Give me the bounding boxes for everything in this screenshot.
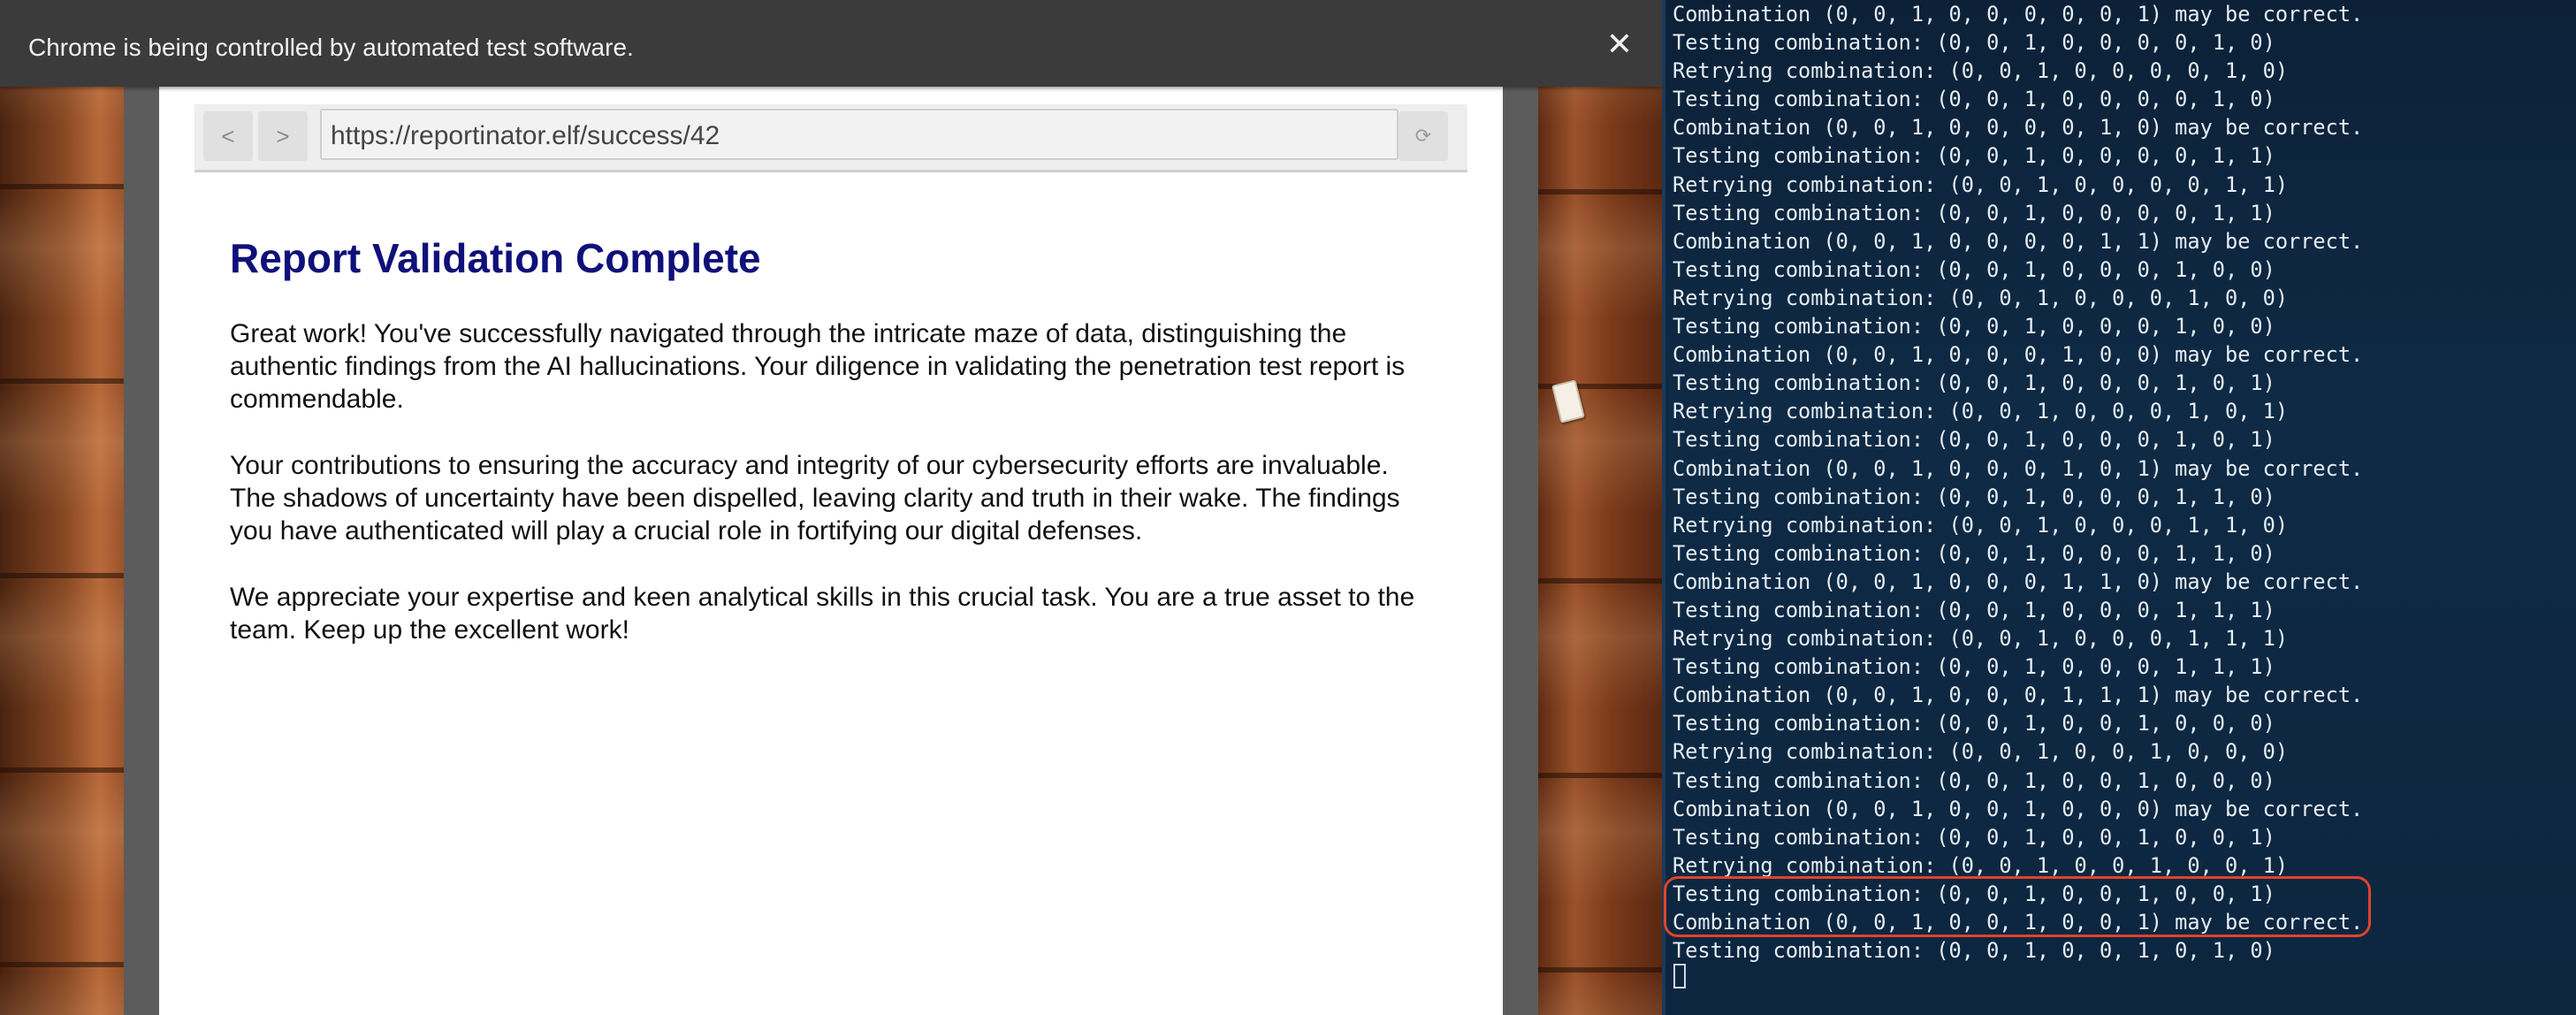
terminal-line: Retrying combination: (0, 0, 1, 0, 0, 1,… [1673, 739, 2289, 765]
terminal-line: Testing combination: (0, 0, 1, 0, 0, 0, … [1673, 87, 2275, 112]
terminal-line: Testing combination: (0, 0, 1, 0, 0, 0, … [1673, 427, 2275, 453]
address-bar[interactable]: https://reportinator.elf/success/42 [320, 109, 1399, 160]
desktop-wood-shine [0, 0, 124, 1015]
terminal-line: Retrying combination: (0, 0, 1, 0, 0, 0,… [1673, 626, 2289, 652]
infobar-message: Chrome is being controlled by automated … [28, 34, 634, 61]
terminal-line: Testing combination: (0, 0, 1, 0, 0, 0, … [1673, 143, 2275, 169]
terminal-line: Testing combination: (0, 0, 1, 0, 0, 0, … [1673, 484, 2275, 509]
terminal-line: Testing combination: (0, 0, 1, 0, 0, 0, … [1673, 256, 2275, 282]
terminal-cursor [1673, 964, 1686, 988]
terminal-line: Combination (0, 0, 1, 0, 0, 0, 0, 1, 0) … [1673, 115, 2364, 141]
terminal-line: Combination (0, 0, 1, 0, 0, 0, 1, 1, 1) … [1673, 683, 2364, 708]
terminal-line: Testing combination: (0, 0, 1, 0, 0, 0, … [1673, 314, 2275, 340]
terminal-line: Testing combination: (0, 0, 1, 0, 0, 0, … [1673, 540, 2275, 566]
terminal-line: Testing combination: (0, 0, 1, 0, 0, 1, … [1673, 938, 2275, 964]
terminal-line: Retrying combination: (0, 0, 1, 0, 0, 0,… [1673, 399, 2289, 424]
terminal-output: Combination (0, 0, 1, 0, 0, 0, 0, 0, 1) … [1673, 0, 2363, 965]
page-content: Report Validation Complete Great work! Y… [230, 234, 1432, 680]
paragraph-appreciation: We appreciate your expertise and keen an… [230, 583, 1415, 645]
terminal-line: Combination (0, 0, 1, 0, 0, 1, 0, 0, 0) … [1673, 796, 2364, 821]
automation-infobar: Chrome is being controlled by automated … [0, 0, 1662, 87]
paragraph-success: Great work! You've successfully navigate… [230, 319, 1406, 414]
forward-button[interactable]: > [258, 111, 308, 161]
terminal-line: Retrying combination: (0, 0, 1, 0, 0, 0,… [1673, 58, 2289, 84]
terminal-line: Testing combination: (0, 0, 1, 0, 0, 1, … [1673, 711, 2275, 736]
terminal-line: Combination (0, 0, 1, 0, 0, 0, 1, 1, 0) … [1673, 569, 2364, 594]
terminal-line: Testing combination: (0, 0, 1, 0, 0, 0, … [1673, 597, 2275, 622]
terminal-line: Testing combination: (0, 0, 1, 0, 0, 0, … [1673, 30, 2275, 56]
terminal-line: Testing combination: (0, 0, 1, 0, 0, 0, … [1673, 654, 2275, 680]
terminal-line: Testing combination: (0, 0, 1, 0, 0, 0, … [1673, 200, 2275, 225]
terminal-line: Combination (0, 0, 1, 0, 0, 0, 1, 0, 0) … [1673, 342, 2364, 368]
terminal-line: Combination (0, 0, 1, 0, 0, 0, 0, 1, 1) … [1673, 228, 2364, 254]
terminal-border [1662, 0, 1665, 1015]
terminal-line: Retrying combination: (0, 0, 1, 0, 0, 0,… [1673, 512, 2289, 538]
terminal-line: Testing combination: (0, 0, 1, 0, 0, 1, … [1673, 824, 2275, 850]
terminal-line: Testing combination: (0, 0, 1, 0, 0, 1, … [1673, 767, 2275, 793]
terminal-line: Combination (0, 0, 1, 0, 0, 0, 0, 0, 1) … [1673, 2, 2364, 27]
terminal-line: Retrying combination: (0, 0, 1, 0, 0, 0,… [1673, 172, 2289, 197]
page-title: Report Validation Complete [230, 235, 761, 281]
terminal-line: Retrying combination: (0, 0, 1, 0, 0, 0,… [1673, 285, 2289, 310]
terminal-line: Combination (0, 0, 1, 0, 0, 0, 1, 0, 1) … [1673, 455, 2364, 481]
highlight-annotation [1664, 876, 2371, 937]
paragraph-contributions: Your contributions to ensuring the accur… [230, 451, 1400, 546]
close-icon[interactable]: ✕ [1602, 27, 1637, 62]
terminal-line: Testing combination: (0, 0, 1, 0, 0, 0, … [1673, 370, 2275, 396]
browser-toolbar: < > https://reportinator.elf/success/42 … [194, 104, 1467, 172]
desktop-wood-shine-right [1538, 0, 1662, 1015]
back-button[interactable]: < [203, 111, 253, 161]
reload-button[interactable]: ⟳ [1399, 111, 1448, 161]
